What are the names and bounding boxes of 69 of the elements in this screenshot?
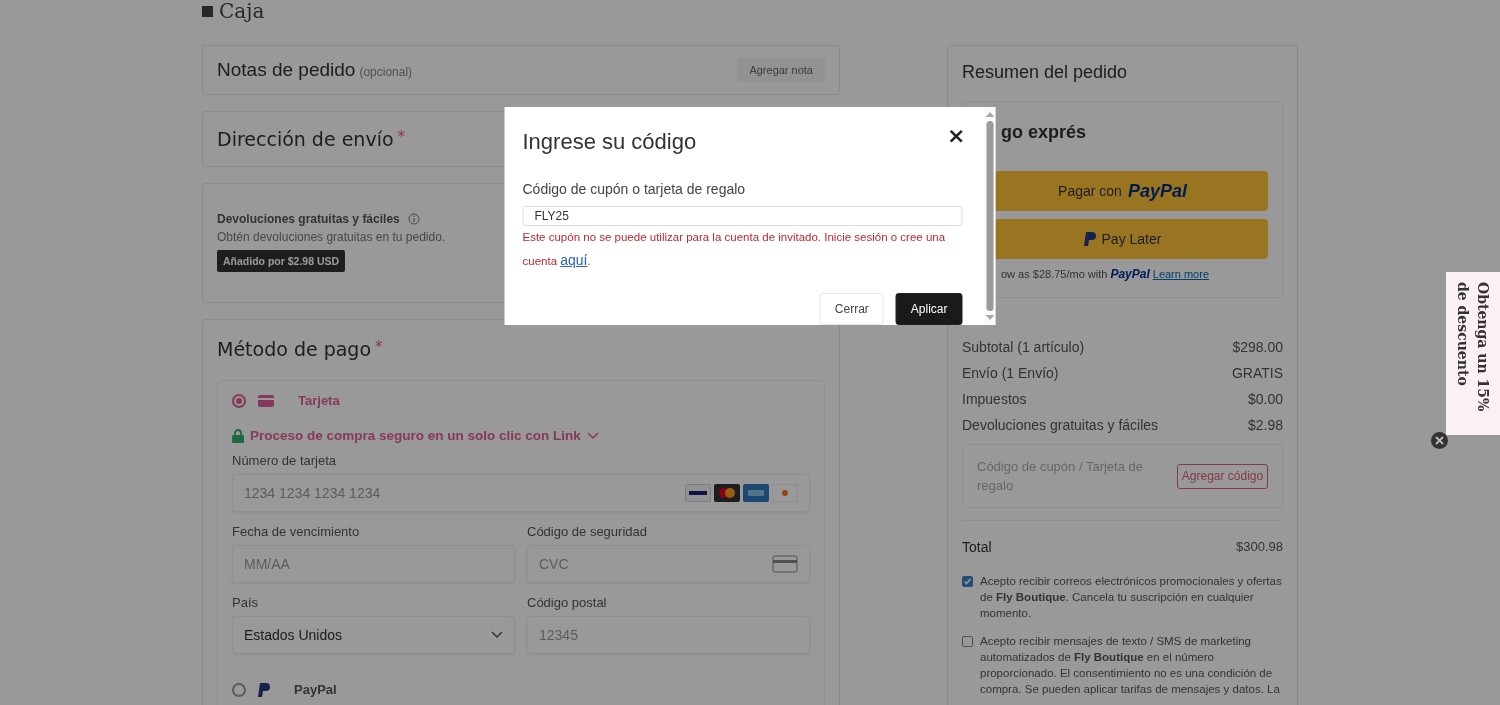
field-label: Fecha de vencimiento [232, 524, 361, 539]
checkbox[interactable] [962, 576, 973, 587]
field-label: Número de tarjeta [232, 453, 338, 468]
consent-text: Acepto recibir correos electrónicos promocionales y ofertas de Fly Boutique. Cancela tu suscripción en cualquier momento. [980, 574, 1283, 621]
express-title: go exprés [1001, 122, 1088, 143]
added-badge: Añadido por $2.98 USD [217, 250, 346, 272]
card-brand-icon [743, 484, 769, 502]
coupon-code-field[interactable]: FLY25 [522, 206, 963, 226]
paypal-icon [1083, 232, 1096, 246]
cancel-button[interactable]: Cerrar [819, 293, 884, 325]
info-icon [407, 213, 420, 225]
card-brand-icon [685, 484, 711, 502]
summary-value: $298.00 [1232, 339, 1283, 355]
add-note-button[interactable]: Agregar nota [737, 58, 825, 82]
checkbox[interactable] [962, 636, 973, 647]
chevron-down-icon [586, 431, 599, 440]
card-number-field[interactable]: 1234 1234 1234 1234 [232, 474, 810, 512]
payment-method-label[interactable]: Tarjeta [298, 393, 340, 408]
country-select[interactable]: Estados Unidos [232, 616, 515, 654]
field-label: Código de cupón o tarjeta de regalo [522, 181, 747, 197]
pay-later-note: ow as $28.75/mo with [1001, 268, 1108, 280]
close-button[interactable]: × [947, 125, 966, 147]
summary-value: $2.98 [1247, 417, 1283, 433]
link-checkout-text[interactable]: Proceso de compra seguro en un solo clic con Link [250, 428, 581, 443]
returns-title: Devoluciones gratuitas y fáciles [217, 212, 400, 226]
field-label: Código de seguridad [527, 524, 648, 539]
paypal-icon [258, 682, 270, 697]
returns-description: Obtén devoluciones gratuitas en tu pedido. [217, 230, 446, 244]
total-label: Total [962, 539, 992, 555]
summary-value: GRATIS [1231, 365, 1283, 381]
add-code-button[interactable]: Agregar código [1177, 463, 1268, 489]
lock-icon [232, 428, 244, 443]
section-title: Dirección de envío * [217, 128, 406, 150]
total-value: $300.98 [1236, 539, 1283, 555]
page-title: Caja [219, 0, 265, 22]
summary-title: Resumen del pedido [962, 62, 1129, 83]
summary-label: Devoluciones gratuitas y fáciles [962, 417, 1159, 433]
card-brand-icon [772, 484, 798, 502]
dialog-title: Ingrese su código [522, 129, 697, 155]
learn-more-link[interactable]: Learn more [1152, 268, 1210, 280]
arrow-up-icon[interactable] [985, 111, 995, 117]
consent-text: Acepto recibir mensajes de texto / SMS de marketing automatizados de Fly Boutique en el número proporcionado. El consentimiento no es una condición de compra. Se pueden aplicar tarifas de mensajes y datos. La [980, 634, 1281, 697]
summary-label: Subtotal (1 artículo) [962, 339, 1085, 355]
text-field[interactable]: 12345 [527, 616, 810, 654]
radio-button[interactable] [232, 682, 246, 697]
summary-label: Envío (1 Envío) [962, 365, 1059, 381]
text-field[interactable]: MM/AA [232, 545, 515, 583]
radio-button[interactable] [232, 393, 246, 408]
section-title: Notas de pedido (opcional) [217, 59, 413, 81]
credit-card-icon [258, 394, 274, 407]
field-label: Código postal [527, 595, 608, 610]
cvc-field[interactable]: CVC [527, 545, 810, 583]
payment-method-label[interactable]: PayPal [294, 682, 337, 697]
card-icon [772, 555, 798, 573]
logo-icon [202, 5, 213, 17]
close-icon[interactable] [1431, 432, 1448, 449]
here-link[interactable]: aquí [560, 252, 588, 268]
discount-tab[interactable]: Obtenga un 15% de descuento [1446, 272, 1500, 435]
error-message: Este cupón no se puede utilizar para la cuenta de invitado. Inicie sesión o cree una cuenta aquí. [522, 230, 947, 270]
card-brand-icon [714, 484, 740, 502]
summary-label: Impuestos [962, 391, 1027, 407]
section-title: Método de pago * [217, 338, 383, 360]
paypal-wordmark: PayPal [1110, 267, 1150, 281]
summary-value: $0.00 [1247, 391, 1283, 407]
chevron-down-icon [491, 631, 503, 639]
field-label: País [232, 595, 259, 610]
arrow-down-icon[interactable] [985, 315, 995, 321]
scrollbar-thumb[interactable] [986, 121, 994, 311]
apply-button[interactable]: Aplicar [895, 293, 963, 325]
